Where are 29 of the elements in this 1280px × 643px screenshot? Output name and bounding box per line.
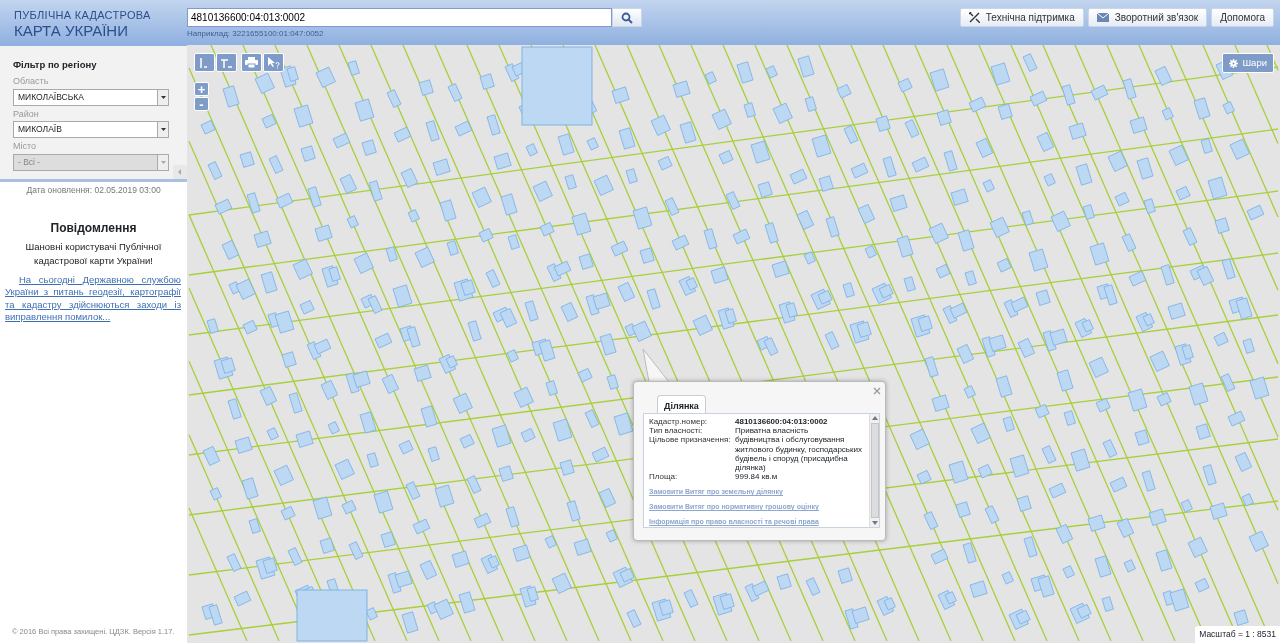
field-label: Тип власності: [649, 426, 704, 436]
site-title: ПУБЛІЧНА КАДАСТРОВА [14, 10, 152, 21]
field-label: Цільове призначення: [649, 435, 732, 447]
site-title: КАРТА УКРАЇНИ [14, 23, 129, 38]
notice-link[interactable]: На сьогодні Державною службою України з питань геодезії, картографії та кадастру здійснюються заходи із виправлення помилок... [0, 271, 187, 324]
notice-title: Повідомлення [49, 219, 138, 237]
layers-button[interactable]: Шари [1222, 53, 1274, 73]
filter-title: Фільтр по регіону [13, 58, 98, 72]
field-value: 4810136600:04:013:0002 [735, 417, 828, 427]
notice-text: Шановні користувачі Публічної кадастрової карти України! [24, 239, 163, 268]
header-button[interactable]: Допомога [1211, 8, 1274, 27]
region-select[interactable]: МИКОЛАЇВСЬКА [13, 88, 169, 106]
search-field[interactable]: 4810136600:04:013:0002 [187, 8, 612, 27]
map-scale: Масштаб = 1 : 8531 [1195, 626, 1280, 643]
header-button[interactable]: Технічна підтримка [959, 8, 1084, 27]
field-label: Область [13, 75, 50, 89]
field-label: Район [13, 107, 40, 121]
field-label: Кадастр.номер: [649, 417, 709, 427]
search-hint: Наприклад: 3221655100:01:047:0052 [187, 28, 325, 40]
zoom-in-button[interactable]: + [194, 82, 209, 96]
field-label: Місто [13, 140, 38, 154]
field-value: Приватна власність [735, 426, 809, 436]
header-button[interactable]: Зворотний зв'язок [1087, 8, 1208, 27]
field-value: 999.84 кв.м [735, 472, 778, 482]
field-label: Площа: [649, 472, 679, 482]
update-date: Дата оновлення: 02.05.2019 03:00 [25, 183, 162, 197]
field-value: будівництва і обслуговування житлового будинку, господарських будівель і споруд (присадибна ділянка) [735, 435, 863, 473]
zoom-out-button[interactable]: - [194, 97, 209, 111]
region-select[interactable]: МИКОЛАЇВ [13, 121, 169, 139]
